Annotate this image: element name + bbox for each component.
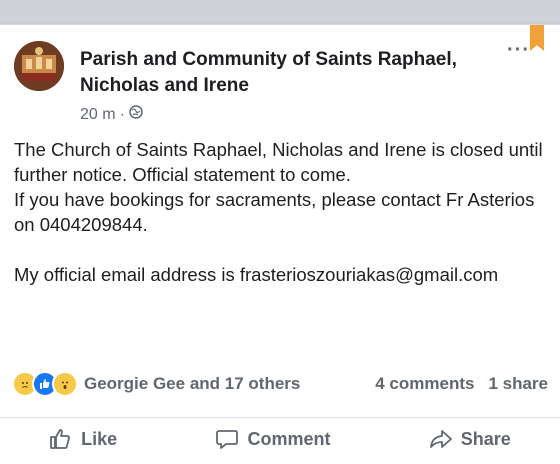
reaction-icons[interactable] [12, 371, 78, 397]
bookmark-icon[interactable] [530, 25, 544, 51]
thumbs-up-icon [49, 428, 73, 450]
like-button[interactable]: Like [49, 428, 117, 450]
top-strip [0, 0, 560, 22]
comment-bubble-icon [215, 428, 239, 450]
post-line-email: My official email address is frasteriosz… [14, 264, 499, 285]
comment-label: Comment [247, 428, 331, 449]
page-name-link[interactable]: Parish and Community of Saints Raphael, … [80, 47, 500, 99]
post-meta: 20 m · [80, 105, 143, 124]
share-arrow-icon [429, 428, 453, 450]
more-options-button[interactable]: ··· [507, 39, 530, 62]
post-card: ··· Parish and Community of Saints Rapha… [0, 24, 560, 464]
action-bar: Like Comment Share [0, 417, 560, 460]
globe-icon [129, 105, 143, 124]
shares-count[interactable]: 1 share [488, 374, 548, 394]
reactions-summary[interactable]: Georgie Gee and 17 others [84, 374, 300, 394]
avatar[interactable] [14, 41, 64, 91]
share-label: Share [460, 428, 511, 449]
timestamp[interactable]: 20 m [80, 106, 116, 124]
engagement-counts: 4 comments 1 share [375, 374, 548, 394]
wow-reaction-icon [52, 371, 78, 397]
reactions-bar: Georgie Gee and 17 others 4 comments 1 s… [12, 371, 548, 397]
comment-button[interactable]: Comment [215, 428, 330, 450]
post-text: The Church of Saints Raphael, Nicholas a… [14, 137, 544, 287]
comments-count[interactable]: 4 comments [375, 374, 474, 394]
post-line-blank [14, 237, 544, 262]
like-label: Like [81, 428, 118, 449]
share-button[interactable]: Share [429, 428, 511, 450]
post-line-1: The Church of Saints Raphael, Nicholas a… [14, 139, 543, 185]
post-line-2: If you have bookings for sacraments, ple… [14, 189, 535, 235]
meta-separator: · [119, 105, 125, 123]
